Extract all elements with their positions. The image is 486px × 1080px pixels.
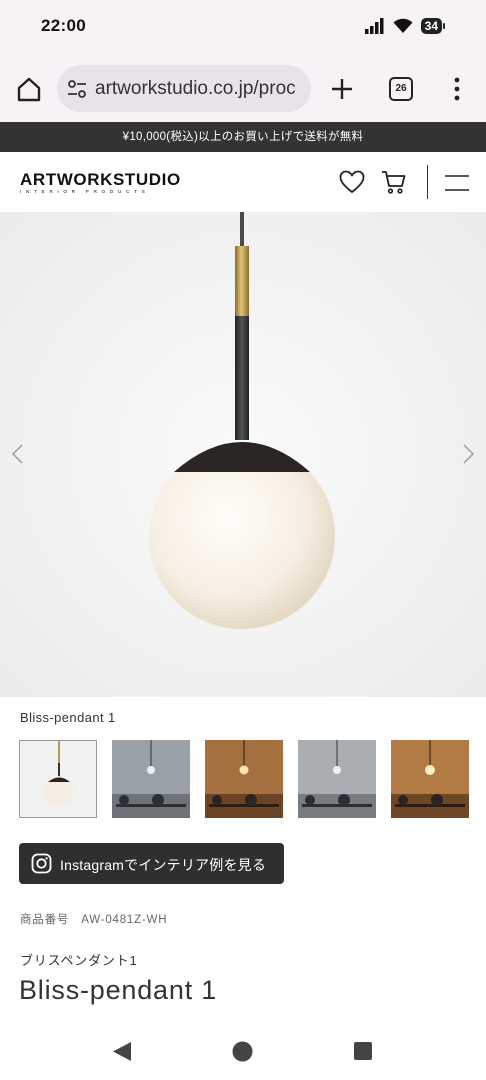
instagram-examples-button[interactable]: Instagramでインテリア例を見る <box>19 843 284 884</box>
browser-menu-icon[interactable] <box>446 76 468 102</box>
thumbnail-image <box>298 740 376 818</box>
browser-toolbar: artworkstudio.co.jp/proc 26 <box>0 56 486 122</box>
hamburger-menu-icon[interactable] <box>444 174 470 192</box>
site-header: ARTWORKSTUDIO INTERIOR PRODUCTS <box>0 152 486 212</box>
home-icon[interactable] <box>232 1041 253 1062</box>
system-navigation-bar <box>0 1024 486 1080</box>
back-icon[interactable] <box>112 1041 132 1062</box>
browser-home-icon[interactable] <box>14 74 44 104</box>
sku-value: AW-0481Z-WH <box>81 914 168 926</box>
product-main-image <box>0 212 486 697</box>
carousel-prev-icon[interactable] <box>9 443 27 465</box>
status-bar: 22:00 34 <box>0 0 486 56</box>
address-bar[interactable]: artworkstudio.co.jp/proc <box>57 65 311 112</box>
logo-tagline: INTERIOR PRODUCTS <box>20 190 150 195</box>
thumbnail-4[interactable] <box>298 740 376 818</box>
product-name-kana: ブリスペンダント1 <box>20 953 138 968</box>
thumbnail-2[interactable] <box>112 740 190 818</box>
thumbnail-strip <box>19 740 469 818</box>
thumbnail-image <box>205 740 283 818</box>
heart-icon[interactable] <box>339 170 365 194</box>
header-divider <box>427 165 428 199</box>
status-icons: 34 <box>364 18 446 34</box>
signal-icon <box>364 18 384 34</box>
thumbnail-image <box>391 740 469 818</box>
wifi-icon <box>393 18 413 33</box>
new-tab-icon[interactable] <box>329 76 355 102</box>
product-image-carousel[interactable] <box>0 212 486 697</box>
sku-label: 商品番号 <box>20 914 70 926</box>
instagram-icon <box>31 853 52 874</box>
recents-icon[interactable] <box>354 1042 372 1060</box>
cart-icon[interactable] <box>381 169 407 195</box>
thumbnail-1[interactable] <box>19 740 97 818</box>
tab-switcher-button[interactable]: 26 <box>389 77 413 101</box>
instagram-button-label: Instagramでインテリア例を見る <box>60 857 267 873</box>
url-text[interactable]: artworkstudio.co.jp/proc <box>95 78 296 100</box>
thumbnail-3[interactable] <box>205 740 283 818</box>
free-shipping-banner: ¥10,000(税込)以上のお買い上げで送料が無料 <box>0 122 486 152</box>
product-sku: 商品番号 AW-0481Z-WH <box>20 911 179 927</box>
battery-indicator: 34 <box>420 18 446 34</box>
site-logo[interactable]: ARTWORKSTUDIO INTERIOR PRODUCTS <box>20 170 181 195</box>
carousel-next-icon[interactable] <box>459 443 477 465</box>
status-time: 22:00 <box>41 16 86 35</box>
thumbnail-image <box>112 740 190 818</box>
thumbnail-5[interactable] <box>391 740 469 818</box>
site-settings-icon[interactable] <box>66 78 88 100</box>
thumbnail-image <box>20 741 96 817</box>
image-caption: Bliss-pendant 1 <box>20 710 116 725</box>
logo-wordmark: ARTWORKSTUDIO <box>20 170 181 189</box>
product-title: Bliss-pendant 1 <box>19 975 218 1005</box>
